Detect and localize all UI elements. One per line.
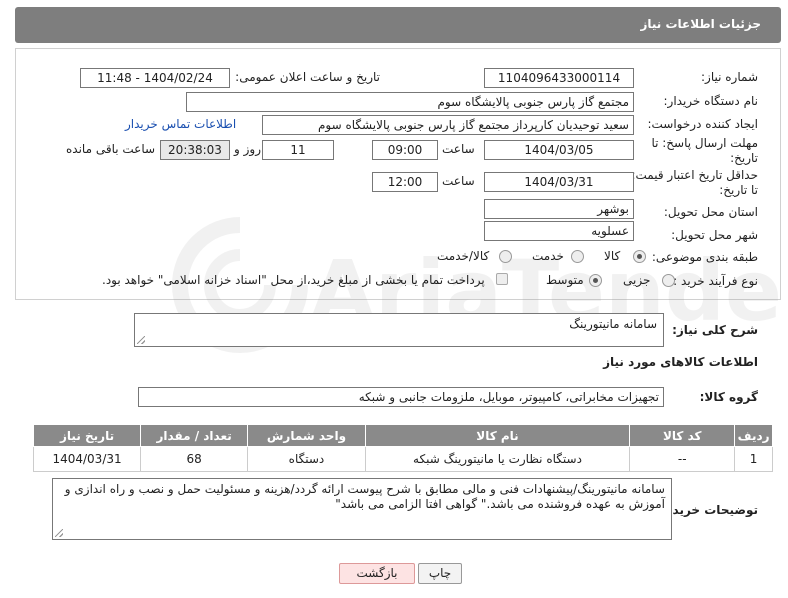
col-unit: واحد شمارش bbox=[247, 424, 366, 447]
table-row: 1 -- دستگاه نظارت یا مانیتورینگ شبکه دست… bbox=[32, 446, 773, 472]
buyer-contact-link[interactable]: اطلاعات تماس خریدار bbox=[125, 117, 236, 131]
need-number-label: شماره نیاز: bbox=[701, 70, 758, 84]
resize-handle-icon[interactable] bbox=[137, 336, 145, 344]
price-validity-time-label: ساعت bbox=[442, 174, 475, 188]
remaining-days-field: 11 bbox=[262, 140, 334, 160]
response-deadline-label-2: تاریخ: bbox=[730, 151, 758, 165]
requester-field: سعید توحیدیان کارپرداز مجتمع گاز پارس جن… bbox=[262, 115, 634, 135]
cell-item-code: -- bbox=[629, 446, 736, 472]
cell-row-number: 1 bbox=[734, 446, 773, 472]
resize-handle-icon[interactable] bbox=[55, 529, 63, 537]
category-radio-goods-service[interactable] bbox=[499, 250, 512, 263]
page-header: جزئیات اطلاعات نیاز bbox=[15, 7, 781, 43]
process-radio-medium[interactable] bbox=[589, 274, 602, 287]
announce-datetime-field: 1404/02/24 - 11:48 bbox=[80, 68, 230, 88]
col-item-name: نام کالا bbox=[364, 424, 631, 447]
process-option-medium: متوسط bbox=[546, 273, 584, 287]
goods-section-title: اطلاعات کالاهای مورد نیاز bbox=[603, 355, 758, 369]
price-validity-date-field: 1404/03/31 bbox=[484, 172, 634, 192]
price-validity-label: حداقل تاریخ اعتبار قیمت: bbox=[631, 168, 758, 182]
need-number-field: 1104096433000114 bbox=[484, 68, 634, 88]
goods-table-header: ردیف کد کالا نام کالا واحد شمارش تعداد /… bbox=[32, 424, 773, 447]
summary-label: شرح کلی نیاز: bbox=[672, 323, 758, 337]
delivery-city-label: شهر محل تحویل: bbox=[671, 228, 758, 242]
delivery-city-field: عسلویه bbox=[484, 221, 634, 241]
treasury-payment-checkbox[interactable] bbox=[496, 273, 508, 285]
category-label: طبقه بندی موضوعی: bbox=[651, 250, 758, 264]
cell-unit: دستگاه bbox=[247, 446, 366, 472]
col-quantity: تعداد / مقدار bbox=[140, 424, 249, 447]
category-radio-goods[interactable] bbox=[633, 250, 646, 263]
response-date-field: 1404/03/05 bbox=[484, 140, 634, 160]
remaining-days-label: روز و bbox=[234, 142, 261, 156]
process-option-minor: جزیی bbox=[623, 273, 651, 287]
back-button[interactable]: بازگشت bbox=[339, 563, 415, 584]
requester-label: ایجاد کننده درخواست: bbox=[647, 117, 758, 131]
buyer-org-field: مجتمع گاز پارس جنوبی پالایشگاه سوم bbox=[186, 92, 634, 112]
goods-table: ردیف کد کالا نام کالا واحد شمارش تعداد /… bbox=[32, 424, 773, 472]
delivery-province-field: بوشهر bbox=[484, 199, 634, 219]
response-time-field: 09:00 bbox=[372, 140, 438, 160]
price-validity-time-field: 12:00 bbox=[372, 172, 438, 192]
summary-text: سامانه مانیتورینگ bbox=[569, 317, 657, 331]
summary-textarea[interactable]: سامانه مانیتورینگ bbox=[134, 313, 664, 347]
buyer-org-label: نام دستگاه خریدار: bbox=[663, 94, 759, 108]
cell-item-name: دستگاه نظارت یا مانیتورینگ شبکه bbox=[364, 446, 631, 472]
page-title: جزئیات اطلاعات نیاز bbox=[640, 17, 761, 31]
category-radio-service[interactable] bbox=[571, 250, 584, 263]
cell-quantity: 68 bbox=[140, 446, 249, 472]
delivery-province-label: استان محل تحویل: bbox=[663, 205, 758, 219]
response-deadline-label: مهلت ارسال پاسخ: تا bbox=[651, 136, 758, 150]
category-option-goods: کالا bbox=[604, 249, 621, 263]
col-row-number: ردیف bbox=[734, 424, 773, 447]
col-need-date: تاریخ نیاز bbox=[32, 424, 142, 447]
goods-group-field: تجهیزات مخابراتی، کامپیوتر، موبایل، ملزو… bbox=[138, 387, 664, 407]
treasury-payment-note: پرداخت تمام یا بخشی از مبلغ خرید،از محل … bbox=[102, 273, 485, 287]
process-type-label: نوع فرآیند خرید : bbox=[673, 274, 758, 288]
price-validity-label-2: تا تاریخ: bbox=[719, 183, 758, 197]
response-time-label: ساعت bbox=[442, 142, 475, 156]
remaining-time-label: ساعت باقی مانده bbox=[66, 142, 156, 156]
goods-group-label: گروه کالا: bbox=[699, 390, 758, 404]
cell-need-date: 1404/03/31 bbox=[32, 446, 142, 472]
remaining-time-field: 20:38:03 bbox=[160, 140, 230, 160]
category-option-goods-service: کالا/خدمت bbox=[437, 249, 490, 263]
col-item-code: کد کالا bbox=[629, 424, 736, 447]
category-option-service: خدمت bbox=[532, 249, 564, 263]
print-button[interactable]: چاپ bbox=[418, 563, 462, 584]
process-radio-minor[interactable] bbox=[662, 274, 675, 287]
buyer-notes-textarea[interactable]: سامانه مانیتورینگ/پیشنهادات فنی و مالی م… bbox=[52, 478, 672, 540]
announce-datetime-label: تاریخ و ساعت اعلان عمومی: bbox=[235, 70, 380, 84]
buyer-notes-text: سامانه مانیتورینگ/پیشنهادات فنی و مالی م… bbox=[64, 482, 665, 511]
